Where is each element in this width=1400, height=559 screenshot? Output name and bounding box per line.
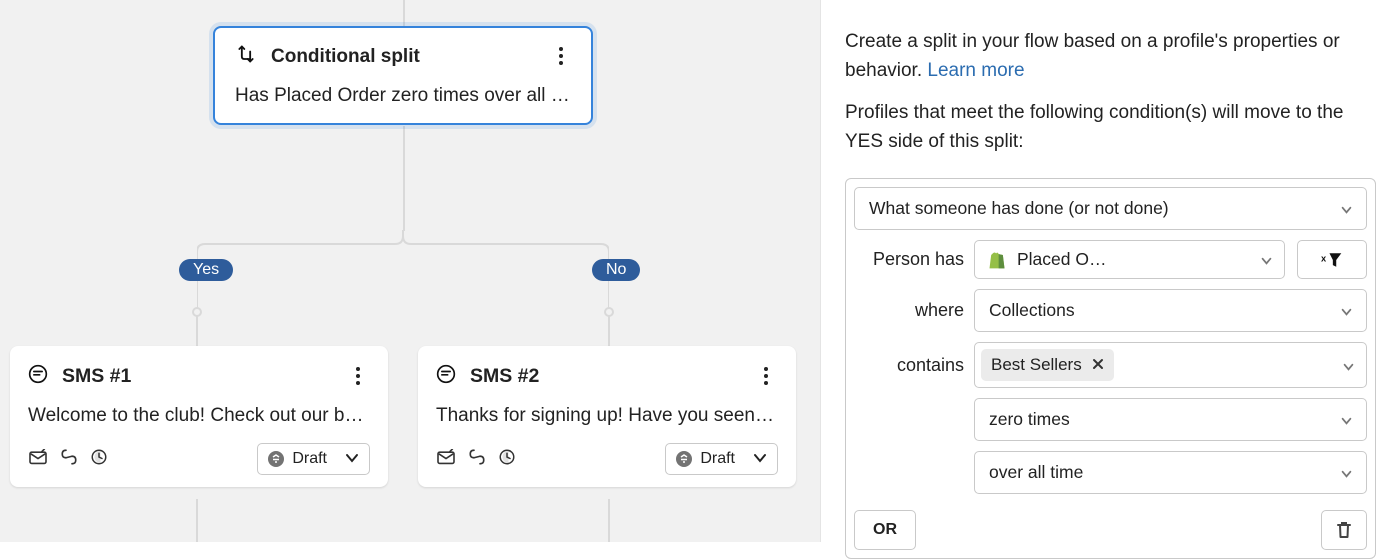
chevron-down-icon — [1341, 300, 1352, 321]
frequency-value: zero times — [989, 409, 1070, 430]
kebab-icon — [764, 374, 768, 378]
connector-line — [403, 0, 405, 26]
quiet-hours-icon — [498, 448, 516, 471]
sms-node-2[interactable]: SMS #2 Thanks for signing up! Have you s… — [418, 346, 796, 487]
node-title: Conditional split — [271, 46, 420, 68]
smart-send-icon — [436, 449, 456, 470]
chevron-down-icon — [753, 450, 767, 468]
node-menu-button[interactable] — [754, 364, 778, 388]
kebab-icon — [559, 54, 563, 58]
utm-icon — [60, 448, 78, 471]
chevron-down-icon — [345, 450, 359, 468]
node-description: Has Placed Order zero times over all tim… — [235, 85, 571, 107]
sms-icon — [436, 364, 456, 389]
add-or-button[interactable]: OR — [854, 510, 916, 550]
metric-select[interactable]: Placed O… — [974, 240, 1285, 279]
status-label: Draft — [700, 450, 735, 468]
remove-filter-button[interactable]: x — [1297, 240, 1367, 279]
learn-more-link[interactable]: Learn more — [927, 60, 1024, 81]
quiet-hours-icon — [90, 448, 108, 471]
timeframe-select[interactable]: over all time — [974, 451, 1367, 494]
status-dot-icon — [676, 451, 692, 467]
config-panel: Create a split in your flow based on a p… — [820, 0, 1400, 542]
branch-no-label: No — [592, 259, 640, 281]
status-dropdown[interactable]: Draft — [665, 443, 778, 475]
where-label: where — [854, 300, 964, 321]
condition-group: What someone has done (or not done) Pers… — [845, 178, 1376, 559]
tag-label: Best Sellers — [991, 355, 1082, 375]
node-title: SMS #1 — [62, 365, 131, 388]
connector-line — [196, 499, 198, 542]
sms-icon — [28, 364, 48, 389]
intro-text: Create a split in your flow based on a p… — [845, 31, 1340, 81]
remove-tag-button[interactable] — [1092, 355, 1104, 375]
node-menu-button[interactable] — [346, 364, 370, 388]
branch-yes-label: Yes — [179, 259, 233, 281]
status-dropdown[interactable]: Draft — [257, 443, 370, 475]
condition-type-select[interactable]: What someone has done (or not done) — [854, 187, 1367, 230]
conditional-split-node[interactable]: Conditional split Has Placed Order zero … — [213, 26, 593, 125]
smart-send-icon — [28, 449, 48, 470]
dimension-value: Collections — [989, 300, 1075, 321]
connector-line — [608, 499, 610, 542]
chevron-down-icon — [1343, 355, 1354, 376]
sms-preview-text: Thanks for signing up! Have you seen our… — [436, 405, 778, 427]
node-title: SMS #2 — [470, 365, 539, 388]
condition-type-value: What someone has done (or not done) — [869, 198, 1169, 219]
sms-node-1[interactable]: SMS #1 Welcome to the club! Check out ou… — [10, 346, 388, 487]
connector-line — [608, 316, 610, 346]
connector-curve — [197, 230, 609, 314]
chevron-down-icon — [1341, 409, 1352, 430]
delete-condition-button[interactable] — [1321, 510, 1367, 550]
filter-x-icon: x — [1321, 251, 1343, 269]
dimension-select[interactable]: Collections — [974, 289, 1367, 332]
flow-canvas[interactable]: Conditional split Has Placed Order zero … — [0, 0, 820, 542]
svg-text:x: x — [1321, 253, 1327, 263]
split-icon — [235, 44, 257, 69]
contains-label: contains — [854, 355, 964, 376]
dimension-tag: Best Sellers — [981, 349, 1114, 381]
status-dot-icon — [268, 451, 284, 467]
trash-icon — [1336, 521, 1352, 539]
node-menu-button[interactable] — [549, 44, 573, 68]
sms-preview-text: Welcome to the club! Check out our best … — [28, 405, 370, 427]
status-label: Draft — [292, 450, 327, 468]
chevron-down-icon — [1261, 249, 1272, 270]
utm-icon — [468, 448, 486, 471]
chevron-down-icon — [1341, 198, 1352, 219]
connector-line — [403, 126, 405, 231]
shopify-icon — [987, 250, 1007, 270]
person-has-label: Person has — [854, 249, 964, 270]
timeframe-value: over all time — [989, 462, 1083, 483]
frequency-select[interactable]: zero times — [974, 398, 1367, 441]
chevron-down-icon — [1341, 462, 1352, 483]
dimension-value-select[interactable]: Best Sellers — [974, 342, 1367, 388]
metric-value: Placed O… — [1017, 249, 1251, 270]
panel-subhead: Profiles that meet the following conditi… — [845, 99, 1376, 156]
panel-intro: Create a split in your flow based on a p… — [845, 28, 1376, 85]
connector-line — [196, 316, 198, 346]
kebab-icon — [356, 374, 360, 378]
